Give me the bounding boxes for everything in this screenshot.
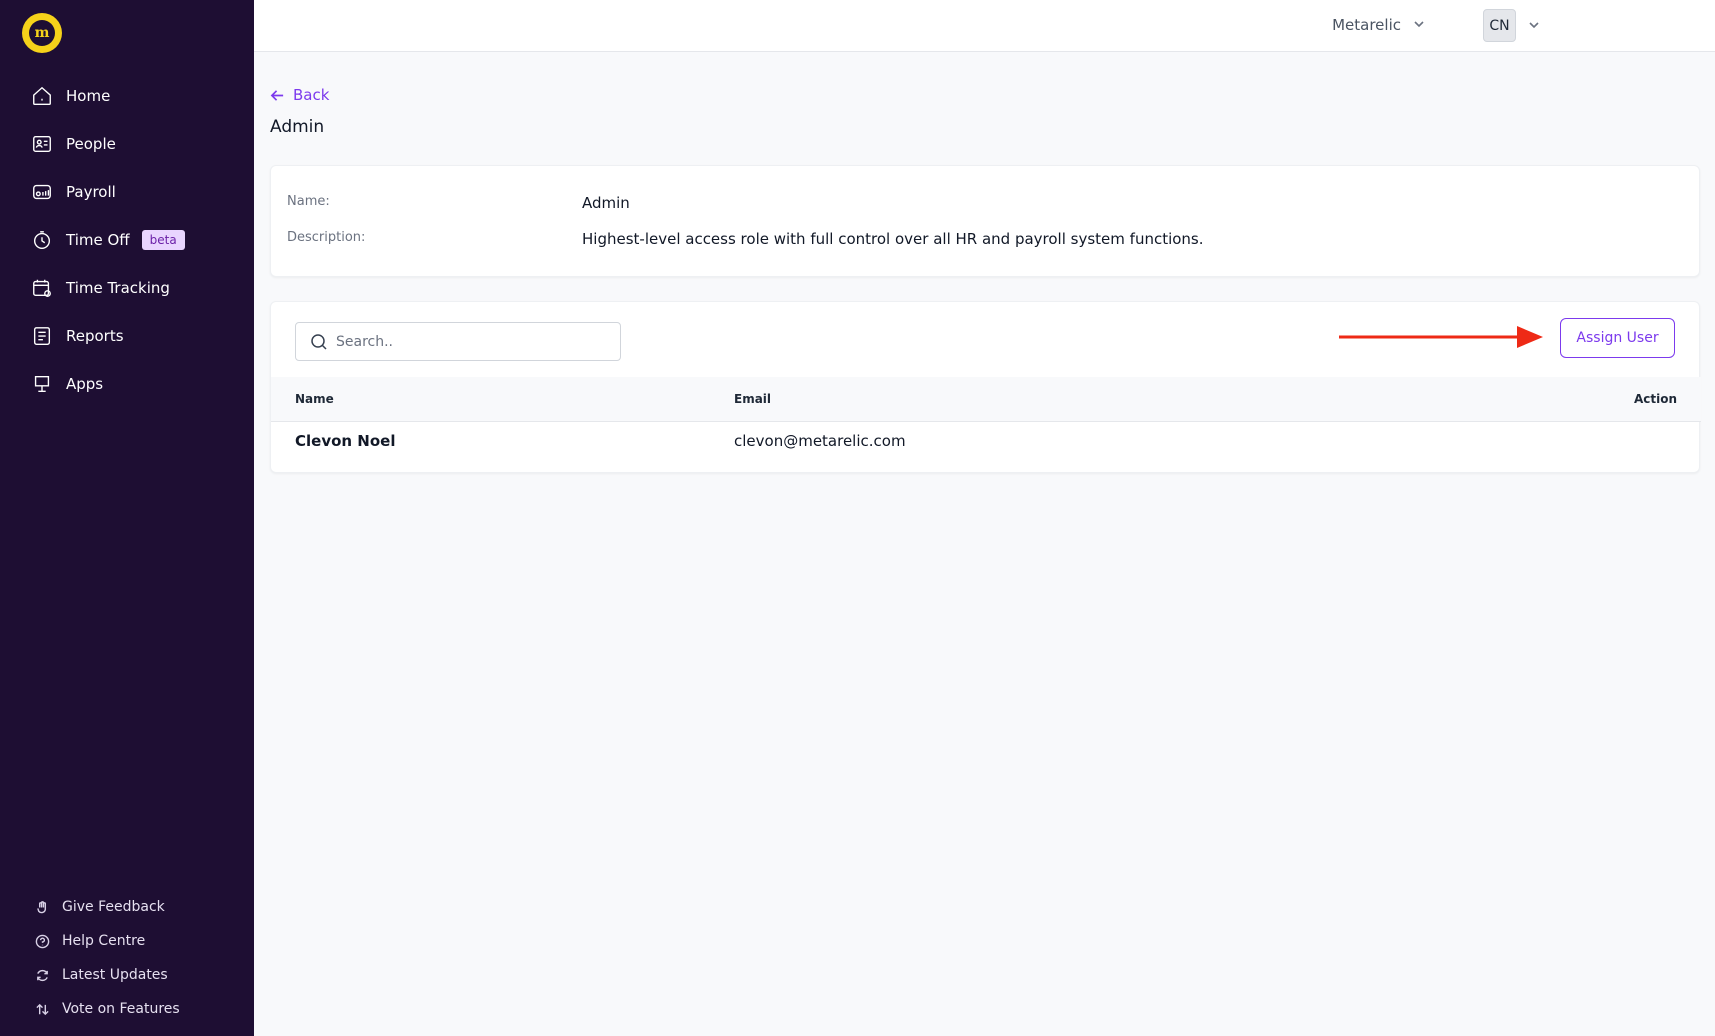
- brand-logo-mark: m: [29, 20, 55, 46]
- sidebar-item-label: Apps: [66, 375, 104, 393]
- footer-item-label: Help Centre: [62, 933, 146, 949]
- sidebar-item-label: Time Tracking: [66, 279, 170, 297]
- column-header-name[interactable]: Name: [295, 392, 334, 406]
- annotation-arrow: [1339, 326, 1543, 348]
- sidebar-item-label: Payroll: [66, 183, 116, 201]
- sidebar-item-time-off[interactable]: Time Off beta: [0, 216, 254, 264]
- user-name: Clevon Noel: [295, 432, 396, 450]
- back-link[interactable]: Back: [270, 86, 329, 104]
- reports-icon: [30, 324, 54, 348]
- search-box[interactable]: [295, 322, 621, 361]
- sidebar-item-apps[interactable]: Apps: [0, 360, 254, 408]
- org-name: Metarelic: [1332, 16, 1401, 34]
- sidebar-item-home[interactable]: Home: [0, 72, 254, 120]
- help-centre-link[interactable]: Help Centre: [0, 924, 254, 958]
- user-email: clevon@metarelic.com: [734, 432, 906, 450]
- sidebar-item-label: People: [66, 135, 116, 153]
- description-value: Highest-level access role with full cont…: [582, 230, 1204, 248]
- sidebar-item-time-tracking[interactable]: Time Tracking: [0, 264, 254, 312]
- footer-item-label: Latest Updates: [62, 967, 168, 983]
- timer-icon: [30, 228, 54, 252]
- brand-logo[interactable]: m: [22, 13, 62, 53]
- footer-item-label: Vote on Features: [62, 1001, 180, 1017]
- name-label: Name:: [287, 194, 330, 209]
- help-icon: [34, 933, 50, 949]
- sidebar-item-reports[interactable]: Reports: [0, 312, 254, 360]
- page-title: Admin: [270, 117, 325, 137]
- topbar: Metarelic CN: [254, 0, 1715, 52]
- calendar-check-icon: [30, 276, 54, 300]
- name-value: Admin: [582, 194, 630, 212]
- description-label: Description:: [287, 230, 366, 245]
- sidebar: m Home People Payroll Time Off beta Time…: [0, 0, 254, 1036]
- table-header: Name Email Action: [271, 377, 1701, 422]
- sidebar-item-payroll[interactable]: Payroll: [0, 168, 254, 216]
- people-icon: [30, 132, 54, 156]
- beta-badge: beta: [141, 230, 185, 250]
- arrow-left-icon: [270, 89, 284, 101]
- home-icon: [30, 84, 54, 108]
- payroll-icon: [30, 180, 54, 204]
- sidebar-item-people[interactable]: People: [0, 120, 254, 168]
- sidebar-item-label: Time Off: [66, 231, 130, 249]
- column-header-action: Action: [1633, 392, 1677, 406]
- back-label: Back: [293, 86, 330, 104]
- column-header-email[interactable]: Email: [734, 392, 771, 406]
- footer-item-label: Give Feedback: [62, 899, 165, 915]
- vote-on-features-link[interactable]: Vote on Features: [0, 992, 254, 1026]
- sidebar-footer: Give Feedback Help Centre Latest Updates…: [0, 890, 254, 1026]
- assign-user-button[interactable]: Assign User: [1560, 318, 1675, 358]
- search-input[interactable]: [336, 333, 606, 350]
- sidebar-item-label: Home: [66, 87, 111, 105]
- assigned-users-card: Assign User Name Email Action Clevon Noe…: [270, 301, 1701, 473]
- latest-updates-link[interactable]: Latest Updates: [0, 958, 254, 992]
- refresh-icon: [34, 967, 50, 983]
- search-icon: [311, 333, 327, 350]
- sidebar-item-label: Reports: [66, 327, 124, 345]
- main-nav: Home People Payroll Time Off beta Time T…: [0, 72, 254, 408]
- chevron-down-icon[interactable]: [1528, 16, 1540, 35]
- hand-icon: [34, 899, 50, 915]
- org-switcher[interactable]: Metarelic: [1332, 16, 1425, 34]
- apps-icon: [30, 372, 54, 396]
- avatar[interactable]: CN: [1483, 9, 1516, 42]
- give-feedback-link[interactable]: Give Feedback: [0, 890, 254, 924]
- sort-arrows-icon: [34, 1001, 50, 1017]
- role-details-card: Name: Admin Description: Highest-level a…: [270, 165, 1700, 277]
- chevron-down-icon: [1413, 16, 1425, 34]
